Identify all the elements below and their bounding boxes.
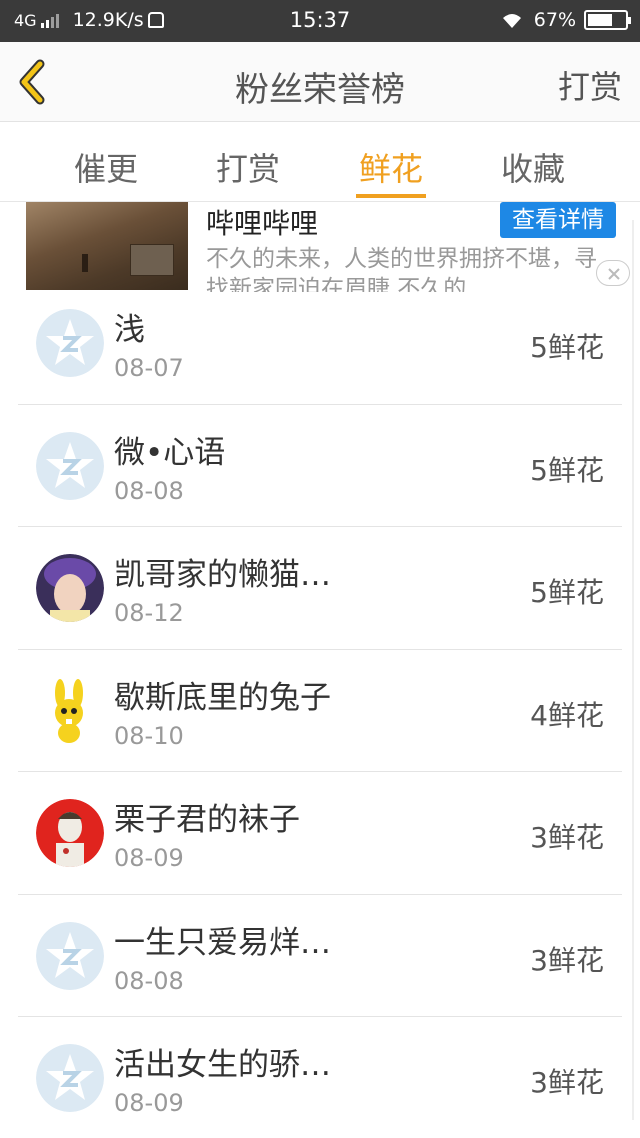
avatar[interactable] — [36, 799, 104, 867]
ad-title: 哔哩哔哩 — [206, 207, 319, 240]
fan-name: 活出女生的骄… — [114, 1047, 331, 1083]
list-item[interactable]: 浅 08-07 5鲜花 — [18, 282, 622, 405]
active-tab-indicator — [356, 194, 426, 198]
default-avatar-icon — [36, 309, 104, 377]
fan-list: 浅 08-07 5鲜花 微•心语 08-08 5鲜花 凯哥家的懒猫… 08-12 5鲜花 歇斯底里… — [18, 282, 622, 1138]
fan-name: 浅 — [114, 312, 145, 348]
ad-details-button[interactable]: 查看详情 — [500, 202, 616, 238]
ad-banner[interactable]: 哔哩哔哩 查看详情 不久的未来，人类的世界拥挤不堪，寻找新家园迫在眉睫 不久的 — [0, 202, 640, 292]
fan-date: 08-09 — [114, 844, 184, 872]
battery-percent: 67% — [533, 9, 576, 31]
tab-reward[interactable]: 打赏 — [188, 144, 308, 190]
page-title: 粉丝荣誉榜 — [235, 70, 405, 110]
list-item[interactable]: 微•心语 08-08 5鲜花 — [18, 405, 622, 527]
fan-date: 08-08 — [114, 966, 184, 995]
tab-bar: 催更 打赏 鲜花 收藏 — [0, 122, 640, 202]
ad-close-button[interactable] — [596, 260, 630, 286]
flower-count: 3鲜花 — [530, 1066, 604, 1099]
tab-flowers[interactable]: 鲜花 — [331, 144, 451, 190]
list-item[interactable]: 歇斯底里的兔子 08-10 4鲜花 — [18, 650, 622, 772]
flower-count: 5鲜花 — [530, 331, 604, 364]
default-avatar-icon — [36, 1044, 104, 1112]
flower-count: 3鲜花 — [530, 943, 604, 977]
fan-name: 凯哥家的懒猫… — [114, 557, 331, 593]
fan-date: 08-09 — [114, 1089, 184, 1117]
rabbit-avatar-image — [36, 676, 104, 745]
tab-favorites[interactable]: 收藏 — [473, 144, 593, 190]
wifi-icon — [502, 14, 521, 28]
status-right: 67% — [500, 9, 631, 31]
list-item[interactable]: 凯哥家的懒猫… 08-12 5鲜花 — [18, 527, 622, 650]
default-avatar-icon — [36, 921, 104, 990]
tab-urge[interactable]: 催更 — [46, 144, 166, 190]
illustrated-avatar-image — [36, 799, 104, 867]
fan-date: 08-07 — [114, 354, 184, 382]
avatar[interactable] — [36, 921, 104, 990]
default-avatar-icon — [36, 431, 104, 500]
fan-name: 歇斯底里的兔子 — [114, 679, 331, 716]
list-item[interactable]: 一生只爱易烊… 08-08 3鲜花 — [18, 895, 622, 1017]
fan-name: 一生只爱易烊… — [114, 924, 331, 961]
app-header: 粉丝荣誉榜 打赏 — [0, 42, 640, 122]
list-item[interactable]: 活出女生的骄… 08-09 3鲜花 — [18, 1017, 622, 1138]
fan-date: 08-12 — [114, 599, 184, 627]
ad-thumbnail — [26, 202, 188, 290]
battery-icon — [584, 10, 631, 30]
status-bar: 4G 12.9K/s 15:37 67% — [0, 0, 640, 42]
reward-button[interactable]: 打赏 — [558, 62, 622, 108]
flower-count: 5鲜花 — [530, 576, 604, 609]
close-icon — [608, 268, 620, 280]
flower-count: 5鲜花 — [530, 453, 604, 487]
avatar[interactable] — [36, 676, 104, 745]
portrait-avatar-image — [36, 554, 104, 622]
fan-name: 微•心语 — [114, 434, 226, 471]
avatar[interactable] — [36, 554, 104, 622]
ad-description: 不久的未来，人类的世界拥挤不堪，寻找新家园迫在眉睫 不久的 — [206, 246, 597, 292]
fan-date: 08-08 — [114, 476, 184, 505]
avatar[interactable] — [36, 1044, 104, 1112]
avatar[interactable] — [36, 309, 104, 377]
flower-count: 3鲜花 — [530, 821, 604, 854]
fan-name: 栗子君的袜子 — [114, 802, 300, 838]
fan-date: 08-10 — [114, 721, 184, 750]
list-item[interactable]: 栗子君的袜子 08-09 3鲜花 — [18, 772, 622, 895]
battery-fill — [588, 14, 612, 26]
scroll-track — [632, 220, 634, 1120]
avatar[interactable] — [36, 431, 104, 500]
flower-count: 4鲜花 — [530, 698, 604, 732]
